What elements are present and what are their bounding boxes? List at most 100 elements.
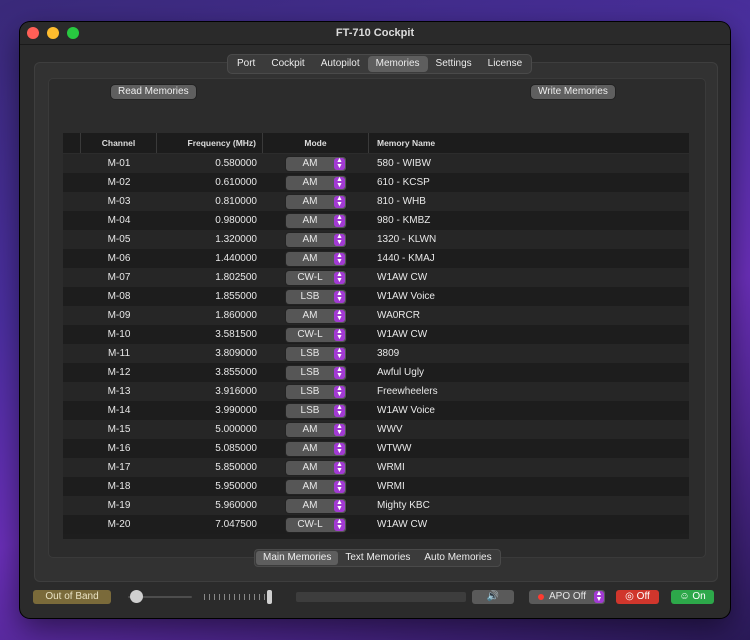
cell-frequency[interactable]: 3.855000 xyxy=(157,367,263,378)
table-row[interactable]: M-11 3.809000 LSB ▲ ▼ 3809 xyxy=(63,344,689,363)
cell-memory-name[interactable]: Freewheelers xyxy=(369,386,689,397)
mode-select[interactable]: LSB ▲ ▼ xyxy=(286,365,346,380)
subtab-text-memories[interactable]: Text Memories xyxy=(338,551,417,565)
write-memories-button[interactable]: Write Memories xyxy=(531,85,615,99)
cell-frequency[interactable]: 1.860000 xyxy=(157,310,263,321)
cell-frequency[interactable]: 0.980000 xyxy=(157,215,263,226)
cell-frequency[interactable]: 3.990000 xyxy=(157,405,263,416)
cell-memory-name[interactable]: W1AW CW xyxy=(369,272,689,283)
tab-cockpit[interactable]: Cockpit xyxy=(263,56,312,72)
table-row[interactable]: M-06 1.440000 AM ▲ ▼ 1440 - KMAJ xyxy=(63,249,689,268)
cell-frequency[interactable]: 5.960000 xyxy=(157,500,263,511)
table-row[interactable]: M-08 1.855000 LSB ▲ ▼ W1AW Voice xyxy=(63,287,689,306)
subtab-auto-memories[interactable]: Auto Memories xyxy=(417,551,498,565)
cell-frequency[interactable]: 3.916000 xyxy=(157,386,263,397)
cell-frequency[interactable]: 1.320000 xyxy=(157,234,263,245)
mode-select[interactable]: CW-L ▲ ▼ xyxy=(286,270,346,285)
table-row[interactable]: M-04 0.980000 AM ▲ ▼ 980 - KMBZ xyxy=(63,211,689,230)
cell-memory-name[interactable]: W1AW CW xyxy=(369,519,689,530)
close-window-button[interactable] xyxy=(27,27,39,39)
mode-select[interactable]: AM ▲ ▼ xyxy=(286,213,346,228)
cell-memory-name[interactable]: WWV xyxy=(369,424,689,435)
table-row[interactable]: M-18 5.950000 AM ▲ ▼ WRMI xyxy=(63,477,689,496)
cell-memory-name[interactable]: 610 - KCSP xyxy=(369,177,689,188)
table-row[interactable]: M-15 5.000000 AM ▲ ▼ WWV xyxy=(63,420,689,439)
minimize-window-button[interactable] xyxy=(47,27,59,39)
mode-select[interactable]: LSB ▲ ▼ xyxy=(286,289,346,304)
mode-select[interactable]: AM ▲ ▼ xyxy=(286,422,346,437)
header-channel[interactable]: Channel xyxy=(81,133,157,153)
cell-frequency[interactable]: 5.850000 xyxy=(157,462,263,473)
mute-button[interactable]: 🔊 xyxy=(472,590,514,604)
cell-memory-name[interactable]: 980 - KMBZ xyxy=(369,215,689,226)
tab-autopilot[interactable]: Autopilot xyxy=(313,56,368,72)
table-row[interactable]: M-02 0.610000 AM ▲ ▼ 610 - KCSP xyxy=(63,173,689,192)
cell-memory-name[interactable]: W1AW Voice xyxy=(369,405,689,416)
mode-select[interactable]: LSB ▲ ▼ xyxy=(286,346,346,361)
cell-memory-name[interactable]: WRMI xyxy=(369,462,689,473)
rf-gain-slider[interactable] xyxy=(128,590,192,604)
mode-select[interactable]: AM ▲ ▼ xyxy=(286,156,346,171)
mode-select[interactable]: AM ▲ ▼ xyxy=(286,194,346,209)
mode-select[interactable]: AM ▲ ▼ xyxy=(286,175,346,190)
cell-memory-name[interactable]: 810 - WHB xyxy=(369,196,689,207)
mode-select[interactable]: AM ▲ ▼ xyxy=(286,232,346,247)
tab-settings[interactable]: Settings xyxy=(428,56,480,72)
cell-memory-name[interactable]: Mighty KBC xyxy=(369,500,689,511)
table-row[interactable]: M-03 0.810000 AM ▲ ▼ 810 - WHB xyxy=(63,192,689,211)
tab-port[interactable]: Port xyxy=(229,56,263,72)
header-mode[interactable]: Mode xyxy=(263,133,369,153)
cell-frequency[interactable]: 3.581500 xyxy=(157,329,263,340)
table-row[interactable]: M-09 1.860000 AM ▲ ▼ WA0RCR xyxy=(63,306,689,325)
cell-memory-name[interactable]: Awful Ugly xyxy=(369,367,689,378)
table-row[interactable]: M-05 1.320000 AM ▲ ▼ 1320 - KLWN xyxy=(63,230,689,249)
mode-select[interactable]: AM ▲ ▼ xyxy=(286,441,346,456)
mode-select[interactable]: CW-L ▲ ▼ xyxy=(286,517,346,532)
mode-select[interactable]: AM ▲ ▼ xyxy=(286,251,346,266)
cell-memory-name[interactable]: WRMI xyxy=(369,481,689,492)
cell-frequency[interactable]: 0.610000 xyxy=(157,177,263,188)
subtab-main-memories[interactable]: Main Memories xyxy=(256,551,339,565)
cell-frequency[interactable]: 1.855000 xyxy=(157,291,263,302)
read-memories-button[interactable]: Read Memories xyxy=(111,85,196,99)
cell-memory-name[interactable]: 1440 - KMAJ xyxy=(369,253,689,264)
cell-memory-name[interactable]: W1AW Voice xyxy=(369,291,689,302)
cell-memory-name[interactable]: W1AW CW xyxy=(369,329,689,340)
cell-frequency[interactable]: 1.440000 xyxy=(157,253,263,264)
table-row[interactable]: M-19 5.960000 AM ▲ ▼ Mighty KBC xyxy=(63,496,689,515)
cell-memory-name[interactable]: 580 - WIBW xyxy=(369,158,689,169)
table-row[interactable]: M-14 3.990000 LSB ▲ ▼ W1AW Voice xyxy=(63,401,689,420)
tab-license[interactable]: License xyxy=(480,56,530,72)
cell-memory-name[interactable]: WTWW xyxy=(369,443,689,454)
cell-frequency[interactable]: 5.000000 xyxy=(157,424,263,435)
mode-select[interactable]: LSB ▲ ▼ xyxy=(286,403,346,418)
table-row[interactable]: M-16 5.085000 AM ▲ ▼ WTWW xyxy=(63,439,689,458)
header-frequency[interactable]: Frequency (MHz) xyxy=(157,133,263,153)
cell-memory-name[interactable]: 3809 xyxy=(369,348,689,359)
table-row[interactable]: M-07 1.802500 CW-L ▲ ▼ W1AW CW xyxy=(63,268,689,287)
table-row[interactable]: M-13 3.916000 LSB ▲ ▼ Freewheelers xyxy=(63,382,689,401)
table-row[interactable]: M-10 3.581500 CW-L ▲ ▼ W1AW CW xyxy=(63,325,689,344)
cell-frequency[interactable]: 0.810000 xyxy=(157,196,263,207)
table-row[interactable]: M-01 0.580000 AM ▲ ▼ 580 - WIBW xyxy=(63,154,689,173)
tab-memories[interactable]: Memories xyxy=(367,56,428,72)
cell-frequency[interactable]: 3.809000 xyxy=(157,348,263,359)
cell-frequency[interactable]: 7.047500 xyxy=(157,519,263,530)
volume-slider-knob[interactable] xyxy=(267,590,272,604)
apo-select[interactable]: APO Off ▲ ▼ xyxy=(529,590,605,604)
table-row[interactable]: M-17 5.850000 AM ▲ ▼ WRMI xyxy=(63,458,689,477)
table-row[interactable]: M-20 7.047500 CW-L ▲ ▼ W1AW CW xyxy=(63,515,689,534)
cell-frequency[interactable]: 0.580000 xyxy=(157,158,263,169)
mode-select[interactable]: CW-L ▲ ▼ xyxy=(286,327,346,342)
cell-frequency[interactable]: 1.802500 xyxy=(157,272,263,283)
power-off-button[interactable]: ◎ Off xyxy=(616,590,659,604)
maximize-window-button[interactable] xyxy=(67,27,79,39)
table-row[interactable]: M-12 3.855000 LSB ▲ ▼ Awful Ugly xyxy=(63,363,689,382)
mode-select[interactable]: LSB ▲ ▼ xyxy=(286,384,346,399)
power-on-button[interactable]: ☺ On xyxy=(671,590,714,604)
slider-knob[interactable] xyxy=(130,590,143,603)
mode-select[interactable]: AM ▲ ▼ xyxy=(286,479,346,494)
cell-frequency[interactable]: 5.085000 xyxy=(157,443,263,454)
volume-slider[interactable] xyxy=(204,590,274,604)
cell-frequency[interactable]: 5.950000 xyxy=(157,481,263,492)
